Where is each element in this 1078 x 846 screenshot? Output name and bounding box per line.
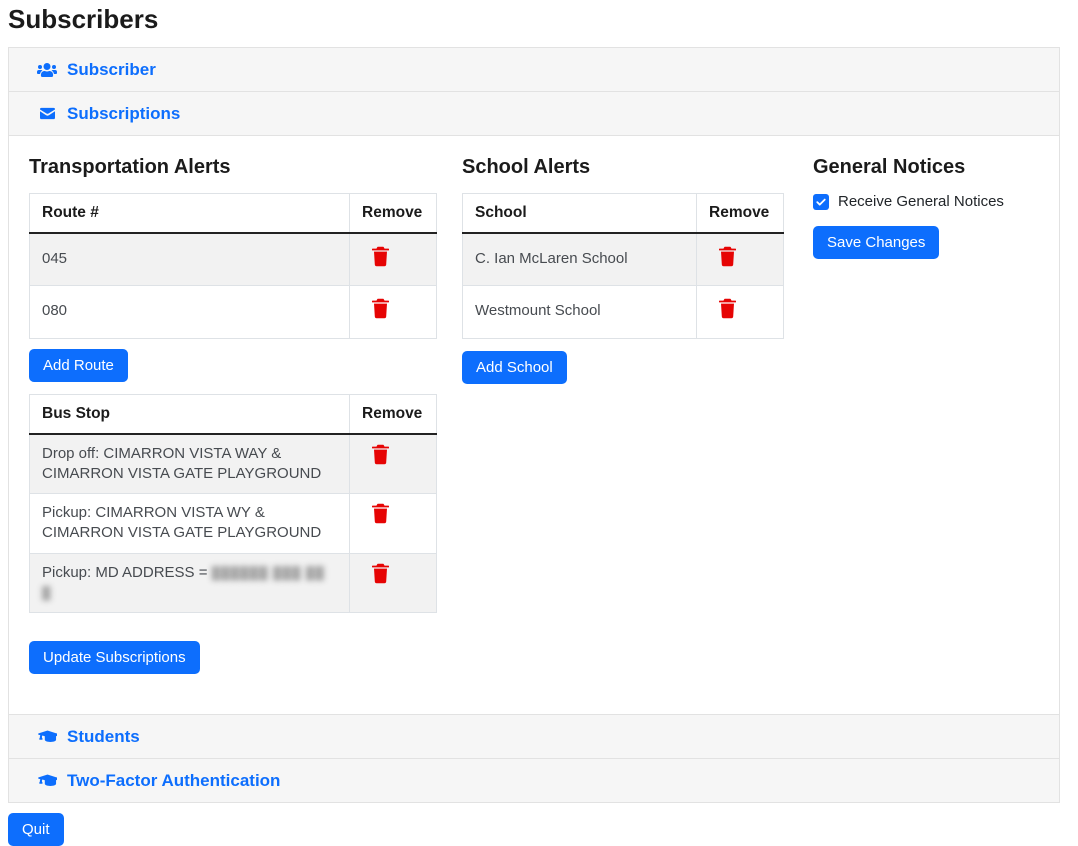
users-icon	[37, 62, 57, 78]
graduation-cap-icon	[37, 773, 57, 788]
table-row: 080	[30, 286, 437, 338]
table-row: Pickup: CIMARRON VISTA WY & CIMARRON VIS…	[30, 494, 437, 554]
table-row: 045	[30, 233, 437, 286]
trash-icon[interactable]	[372, 563, 389, 584]
accordion-label-two-factor: Two-Factor Authentication	[67, 771, 280, 791]
save-changes-button[interactable]: Save Changes	[813, 226, 939, 259]
page-title: Subscribers	[8, 4, 1070, 35]
school-alerts-section: School Alerts School Remove C. Ian McLar…	[462, 156, 813, 674]
subscriptions-panel: Transportation Alerts Route # Remove 045…	[9, 136, 1059, 715]
accordion-header-subscriber[interactable]: Subscriber	[9, 48, 1059, 92]
receive-general-notices-checkbox-row: Receive General Notices	[813, 193, 1039, 210]
table-row: Drop off: CIMARRON VISTA WAY & CIMARRON …	[30, 434, 437, 494]
bus-stops-col-stop: Bus Stop	[30, 394, 350, 434]
receive-general-notices-checkbox[interactable]	[813, 194, 829, 210]
schools-table-header-row: School Remove	[463, 194, 784, 234]
schools-table: School Remove C. Ian McLaren School West…	[462, 193, 784, 339]
bus-stop-text: Pickup: MD ADDRESS = ██████ ███ ██ █	[30, 553, 350, 613]
bus-stops-table: Bus Stop Remove Drop off: CIMARRON VISTA…	[29, 394, 437, 614]
schools-col-remove: Remove	[697, 194, 784, 234]
accordion-label-students: Students	[67, 727, 140, 747]
bus-stop-text: Pickup: CIMARRON VISTA WY & CIMARRON VIS…	[30, 494, 350, 554]
table-row: C. Ian McLaren School	[463, 233, 784, 286]
table-row: Westmount School	[463, 286, 784, 338]
trash-icon[interactable]	[719, 298, 736, 319]
subscriber-accordion: Subscriber Subscriptions Transportation …	[8, 47, 1060, 803]
school-name: Westmount School	[463, 286, 697, 338]
bus-stop-text: Drop off: CIMARRON VISTA WAY & CIMARRON …	[30, 434, 350, 494]
graduation-cap-icon	[37, 729, 57, 744]
routes-col-route: Route #	[30, 194, 350, 234]
route-number: 045	[30, 233, 350, 286]
add-school-button[interactable]: Add School	[462, 351, 567, 384]
quit-button[interactable]: Quit	[8, 813, 64, 846]
accordion-label-subscriber: Subscriber	[67, 60, 156, 80]
trash-icon[interactable]	[372, 246, 389, 267]
school-name: C. Ian McLaren School	[463, 233, 697, 286]
school-alerts-heading: School Alerts	[462, 156, 813, 179]
accordion-header-two-factor[interactable]: Two-Factor Authentication	[9, 759, 1059, 803]
trash-icon[interactable]	[372, 503, 389, 524]
route-number: 080	[30, 286, 350, 338]
transportation-alerts-section: Transportation Alerts Route # Remove 045…	[29, 156, 462, 674]
envelope-icon	[37, 106, 57, 121]
schools-col-school: School	[463, 194, 697, 234]
transportation-alerts-heading: Transportation Alerts	[29, 156, 462, 179]
trash-icon[interactable]	[372, 444, 389, 465]
routes-table-header-row: Route # Remove	[30, 194, 437, 234]
update-subscriptions-button[interactable]: Update Subscriptions	[29, 641, 200, 674]
accordion-label-subscriptions: Subscriptions	[67, 104, 180, 124]
routes-col-remove: Remove	[350, 194, 437, 234]
bus-stops-table-header-row: Bus Stop Remove	[30, 394, 437, 434]
accordion-header-students[interactable]: Students	[9, 715, 1059, 759]
general-notices-heading: General Notices	[813, 156, 1039, 179]
trash-icon[interactable]	[372, 298, 389, 319]
receive-general-notices-label[interactable]: Receive General Notices	[838, 193, 1004, 210]
routes-table: Route # Remove 045 080	[29, 193, 437, 339]
general-notices-section: General Notices Receive General Notices …	[813, 156, 1039, 674]
add-route-button[interactable]: Add Route	[29, 349, 128, 382]
trash-icon[interactable]	[719, 246, 736, 267]
table-row: Pickup: MD ADDRESS = ██████ ███ ██ █	[30, 553, 437, 613]
bus-stops-col-remove: Remove	[350, 394, 437, 434]
accordion-header-subscriptions[interactable]: Subscriptions	[9, 92, 1059, 136]
